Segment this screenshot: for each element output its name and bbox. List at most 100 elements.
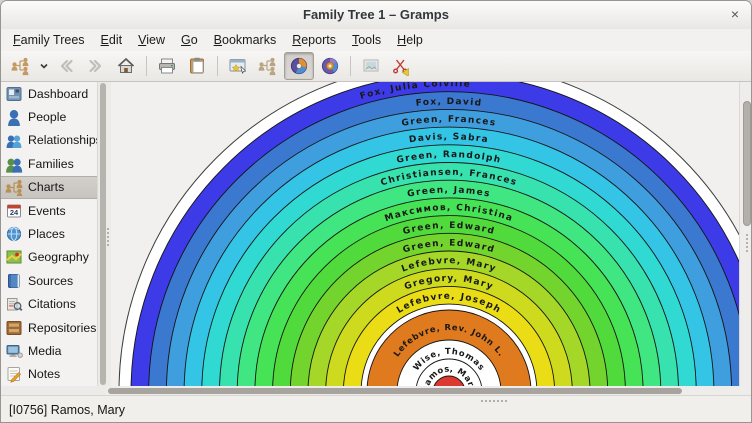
sidebar-item-label: Charts — [28, 180, 64, 194]
sidebar-item-label: Events — [28, 204, 66, 218]
configure-view-icon — [228, 56, 248, 76]
window-title: Family Tree 1 – Gramps — [1, 1, 751, 29]
sidebar-scrollbar-thumb[interactable] — [100, 83, 106, 385]
toolbar-button-scissors-icon[interactable] — [387, 53, 415, 79]
families-icon — [5, 155, 23, 173]
splitter-grip-dot — [107, 228, 109, 230]
toolbar-button-configure-view-icon[interactable] — [224, 53, 252, 79]
fanchart[interactable]: Fox, Julia ColvilleFox, DavidGreen, Fran… — [111, 82, 739, 386]
charts-icon — [5, 178, 23, 196]
sidebar-item-repositories[interactable]: Repositories — [1, 316, 97, 339]
gramps-window: Family Tree 1 – Gramps × Family TreesEdi… — [0, 0, 752, 423]
sidebar-item-notes[interactable]: Notes — [1, 363, 97, 386]
toolbar-button-pedigree-icon[interactable] — [254, 53, 282, 79]
status-text: [I0756] Ramos, Mary — [9, 403, 125, 417]
clipboard-icon — [187, 56, 207, 76]
sidebar-item-media[interactable]: Media — [1, 339, 97, 362]
home-icon — [116, 56, 136, 76]
geography-icon — [5, 248, 23, 266]
sidebar-item-label: Dashboard — [28, 87, 88, 101]
bottombar-grip[interactable] — [481, 400, 507, 402]
toolbar-button-image-export-icon — [357, 53, 385, 79]
sidebar-item-events[interactable]: 24 Events — [1, 199, 97, 222]
fanchart-canvas[interactable]: Fox, Julia ColvilleFox, DavidGreen, Fran… — [111, 82, 739, 386]
image-export-icon — [361, 56, 381, 76]
pedigree-icon — [258, 56, 278, 76]
sidebar-item-label: Notes — [28, 367, 60, 381]
relationships-icon — [5, 131, 23, 149]
menu-item-bookmarks[interactable]: Bookmarks — [206, 31, 285, 49]
citations-icon — [5, 295, 23, 313]
sidebar-item-sources[interactable]: Sources — [1, 269, 97, 292]
chevron-down-icon — [39, 56, 49, 76]
sources-icon — [5, 272, 23, 290]
svg-text:24: 24 — [10, 208, 19, 217]
horizontal-scrollbar[interactable] — [105, 386, 752, 395]
toolbar-button-home-icon[interactable] — [112, 53, 140, 79]
toolbar-button-chevron-down-icon[interactable] — [37, 53, 50, 79]
sidebar-scrollbar[interactable] — [97, 82, 106, 386]
person-tree-icon — [10, 56, 32, 76]
titlebar: Family Tree 1 – Gramps × — [1, 1, 751, 30]
statusbar: [I0756] Ramos, Mary — [1, 395, 752, 423]
vertical-scrollbar-thumb[interactable] — [743, 101, 751, 226]
sidebar-item-label: Relationships — [28, 133, 102, 147]
right-pane-grip-dot — [746, 234, 748, 236]
sidebar-item-label: Repositories — [28, 321, 96, 335]
splitter-grip-dot — [107, 244, 109, 246]
sidebar: Dashboard People Relationships Families Char… — [1, 82, 97, 386]
toolbar-button-clipboard-icon[interactable] — [183, 53, 211, 79]
people-icon — [5, 108, 23, 126]
sidebar-item-families[interactable]: Families — [1, 152, 97, 175]
toolbar-button-print-icon[interactable] — [153, 53, 181, 79]
splitter-grip-dot — [107, 240, 109, 242]
notes-icon — [5, 365, 23, 383]
sidebar-item-citations[interactable]: Citations — [1, 293, 97, 316]
sidebar-item-label: Families — [28, 157, 74, 171]
toolbar — [1, 51, 751, 82]
menu-item-edit[interactable]: Edit — [93, 31, 131, 49]
sidebar-item-relationships[interactable]: Relationships — [1, 129, 97, 152]
print-icon — [157, 56, 177, 76]
right-pane-grip-dot — [746, 238, 748, 240]
menu-item-view[interactable]: View — [130, 31, 173, 49]
sidebar-item-label: People — [28, 110, 66, 124]
toolbar-button-person-tree-icon[interactable] — [7, 53, 35, 79]
places-icon — [5, 225, 23, 243]
sidebar-item-label: Citations — [28, 297, 76, 311]
toolbar-separator — [217, 56, 218, 76]
splitter-grip-dot — [107, 236, 109, 238]
toolbar-button-fanchart-full-icon[interactable] — [316, 53, 344, 79]
events-icon: 24 — [5, 202, 23, 220]
sidebar-item-label: Sources — [28, 274, 73, 288]
toolbar-button-fanchart-icon[interactable] — [284, 52, 314, 80]
menu-item-go[interactable]: Go — [173, 31, 206, 49]
menubar: Family TreesEditViewGoBookmarksReportsTo… — [1, 29, 751, 51]
horizontal-scrollbar-thumb[interactable] — [108, 388, 682, 394]
toolbar-separator — [350, 56, 351, 76]
sidebar-item-dashboard[interactable]: Dashboard — [1, 82, 97, 105]
sidebar-item-charts[interactable]: Charts — [1, 176, 97, 199]
fanchart-icon — [289, 56, 309, 76]
sidebar-item-people[interactable]: People — [1, 105, 97, 128]
forward-icon — [86, 56, 106, 76]
sidebar-item-label: Geography — [28, 250, 89, 264]
menu-item-reports[interactable]: Reports — [284, 31, 344, 49]
splitter-grip-dot — [107, 232, 109, 234]
toolbar-separator — [146, 56, 147, 76]
right-pane-grip-dot — [746, 246, 748, 248]
sidebar-item-places[interactable]: Places — [1, 222, 97, 245]
right-pane-grip-dot — [746, 250, 748, 252]
vertical-scrollbar[interactable] — [739, 82, 752, 386]
sidebar-item-geography[interactable]: Geography — [1, 246, 97, 269]
back-icon — [56, 56, 76, 76]
toolbar-button-forward-icon — [82, 53, 110, 79]
scissors-icon — [391, 56, 411, 76]
close-button[interactable]: × — [731, 1, 739, 28]
menu-item-family-trees[interactable]: Family Trees — [5, 31, 93, 49]
menu-item-help[interactable]: Help — [389, 31, 431, 49]
menu-item-tools[interactable]: Tools — [344, 31, 389, 49]
right-pane-grip-dot — [746, 242, 748, 244]
sidebar-item-label: Media — [28, 344, 62, 358]
media-icon — [5, 342, 23, 360]
